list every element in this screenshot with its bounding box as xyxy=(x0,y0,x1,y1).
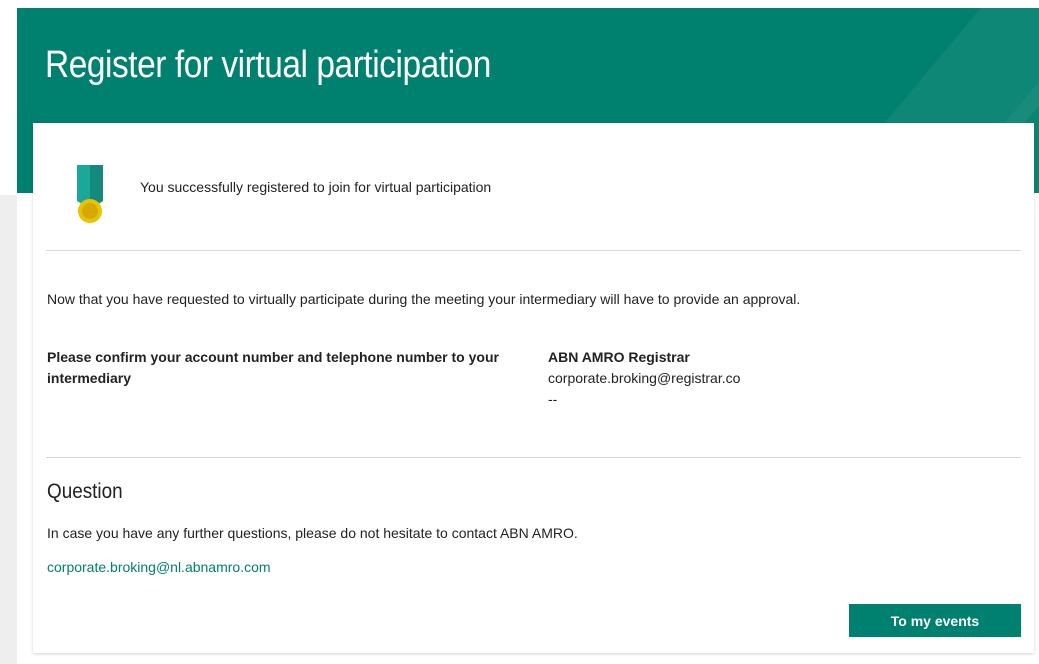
question-heading: Question xyxy=(47,480,123,503)
divider xyxy=(46,457,1021,458)
registrar-phone: -- xyxy=(548,391,558,407)
question-text: In case you have any further questions, … xyxy=(47,525,578,541)
confirm-instruction: Please confirm your account number and t… xyxy=(47,349,499,386)
registrar-name: ABN AMRO Registrar xyxy=(548,349,690,365)
medal-icon xyxy=(73,163,109,227)
to-my-events-button[interactable]: To my events xyxy=(849,604,1021,637)
approval-notice: Now that you have requested to virtually… xyxy=(47,291,801,307)
page: Register for virtual participation You s… xyxy=(0,0,1039,664)
contact-email-link[interactable]: corporate.broking@nl.abnamro.com xyxy=(47,559,271,575)
left-strip xyxy=(0,195,17,664)
success-message-row: You successfully registered to join for … xyxy=(33,123,1034,250)
registrar-contact: ABN AMRO Registrar corporate.broking@reg… xyxy=(548,347,740,410)
registrar-email: corporate.broking@registrar.co xyxy=(548,370,741,386)
confirmation-card: You successfully registered to join for … xyxy=(33,123,1034,653)
divider xyxy=(46,250,1021,251)
page-title: Register for virtual participation xyxy=(45,44,491,86)
success-message: You successfully registered to join for … xyxy=(140,179,492,195)
